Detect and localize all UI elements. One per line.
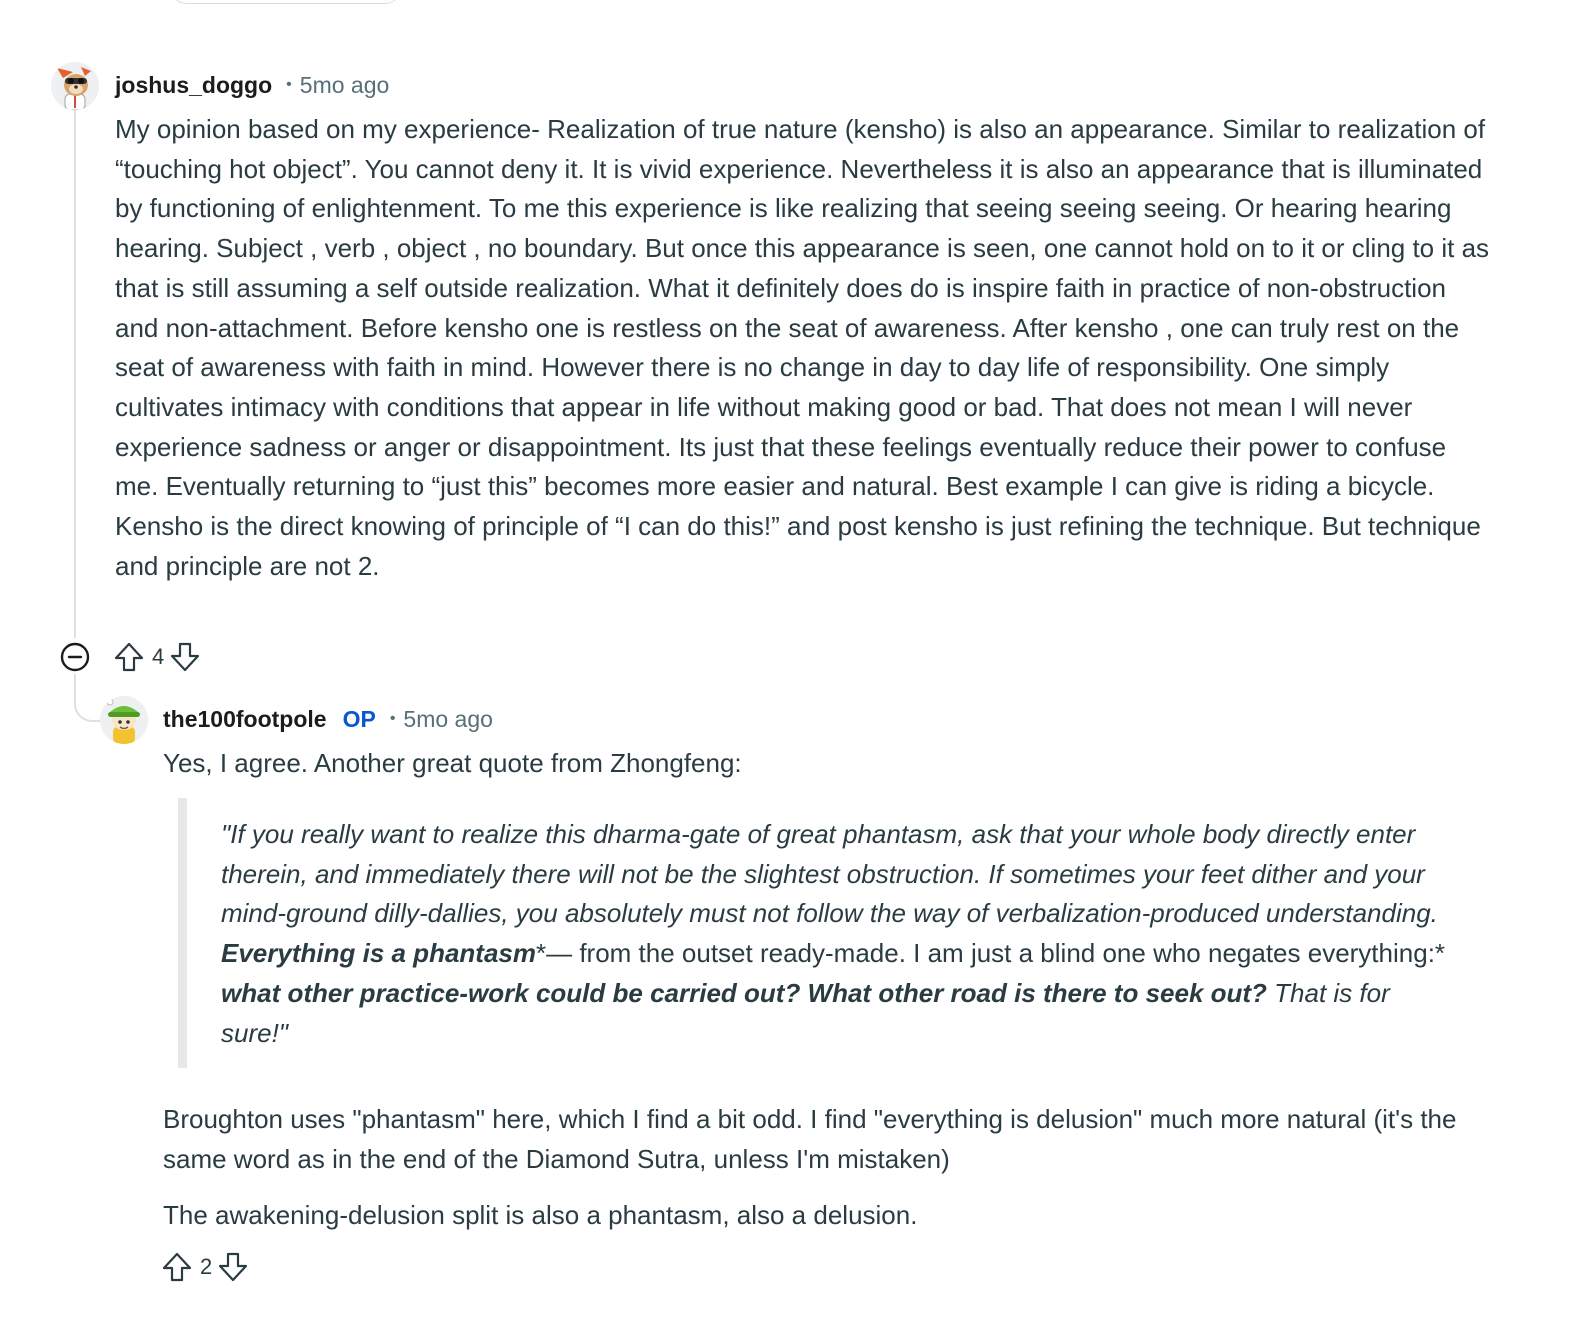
downvote-arrow-icon [171, 642, 200, 672]
avatar[interactable] [51, 62, 99, 110]
upvote-arrow-icon [162, 1252, 192, 1282]
vote-bar: 2 [160, 1248, 250, 1286]
blockquote-bar [178, 798, 187, 1068]
quote-bold-text: what other practice-work could be carrie… [221, 977, 1267, 1008]
comment-paragraph-block: The awakening-delusion split is also a p… [163, 1196, 1463, 1236]
vote-count: 2 [200, 1254, 213, 1279]
comment-body: My opinion based on my experience- Reali… [115, 110, 1490, 586]
comment-intro: Yes, I agree. Another great quote from Z… [163, 744, 1463, 784]
comment-paragraph: The awakening-delusion split is also a p… [163, 1200, 918, 1230]
comment-header: the100footpole OP • 5mo ago [163, 702, 493, 736]
upvote-arrow-icon [114, 642, 144, 672]
blockquote: "If you really want to realize this dhar… [221, 815, 1446, 1053]
separator-dot: • [389, 710, 396, 727]
comment-paragraph: My opinion based on my experience- Reali… [115, 114, 1490, 581]
comment-paragraph: Broughton uses "phantasm" here, which I … [163, 1104, 1457, 1174]
comment-paragraph: Yes, I agree. Another great quote from Z… [163, 748, 742, 778]
op-badge: OP [342, 705, 376, 732]
collapse-minus-icon [60, 642, 90, 672]
previous-more-replies-button[interactable] [170, 0, 402, 4]
green-hat-snoo-avatar-icon [100, 696, 148, 744]
downvote-button[interactable] [216, 1250, 250, 1284]
comment-paragraph-block: Broughton uses "phantasm" here, which I … [163, 1100, 1463, 1179]
upvote-button[interactable] [112, 640, 146, 674]
downvote-arrow-icon [219, 1252, 248, 1282]
vote-count: 4 [152, 644, 165, 669]
separator-dot: • [286, 76, 292, 93]
timestamp[interactable]: 5mo ago [300, 72, 390, 99]
downvote-button[interactable] [168, 640, 202, 674]
quote-bold-text: Everything is a phantasm [221, 938, 536, 969]
avatar[interactable] [100, 696, 148, 744]
comment-header: joshus_doggo • 5mo ago [115, 68, 389, 102]
upvote-button[interactable] [160, 1250, 194, 1284]
thread-connector [74, 686, 100, 722]
quote-text: "If you really want to realize this dhar… [221, 819, 1438, 929]
timestamp[interactable]: 5mo ago [403, 706, 493, 733]
dog-snoo-avatar-icon [51, 62, 99, 110]
username[interactable]: the100footpole [163, 706, 327, 733]
username[interactable]: joshus_doggo [115, 72, 272, 99]
vote-bar: 4 [112, 638, 202, 676]
thread-line[interactable] [74, 110, 76, 638]
quote-text: *— from the outset ready-made. I am just… [535, 938, 1446, 969]
collapse-button[interactable] [60, 642, 90, 672]
